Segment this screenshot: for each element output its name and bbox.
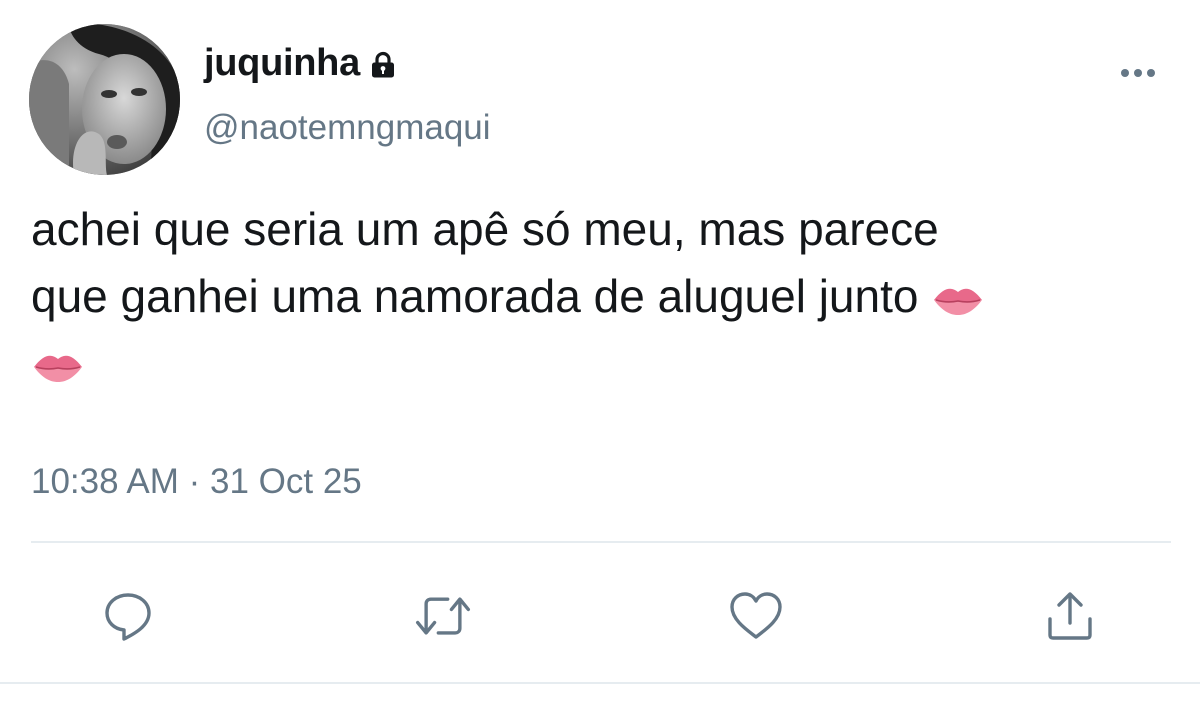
author-name-row[interactable]: juquinha (204, 42, 398, 85)
lips-emoji-icon (34, 355, 82, 382)
user-handle[interactable]: @naotemngmaqui (204, 108, 491, 148)
tweet-text: achei que seria um apê só meu, mas parec… (31, 196, 1166, 397)
share-icon (1048, 592, 1092, 640)
lips-emoji-icon (934, 288, 983, 315)
more-options-icon[interactable] (1115, 62, 1161, 84)
avatar[interactable] (29, 24, 180, 175)
lock-icon (371, 51, 394, 77)
tweet-time[interactable]: 10:38 AM (31, 462, 179, 501)
like-button[interactable] (726, 586, 786, 646)
divider (0, 682, 1200, 684)
tweet-text-line2: que ganhei uma namorada de aluguel junto (31, 270, 919, 322)
share-button[interactable] (1040, 586, 1100, 646)
avatar-photo (29, 24, 180, 175)
display-name[interactable]: juquinha (204, 42, 360, 85)
reply-icon (105, 593, 151, 641)
tweet-actions-bar (0, 586, 1200, 646)
tweet-card: juquinha @naotemngmaqui achei que seria … (0, 0, 1200, 701)
tweet-date[interactable]: 31 Oct 25 (210, 462, 362, 501)
reply-button[interactable] (98, 586, 158, 646)
tweet-text-line1: achei que seria um apê só meu, mas parec… (31, 203, 939, 255)
like-icon (730, 592, 782, 639)
divider (31, 541, 1171, 543)
retweet-button[interactable] (413, 586, 473, 646)
tweet-timestamp: 10:38 AM · 31 Oct 25 (31, 462, 362, 502)
retweet-icon (416, 597, 470, 635)
timestamp-separator: · (188, 462, 201, 501)
